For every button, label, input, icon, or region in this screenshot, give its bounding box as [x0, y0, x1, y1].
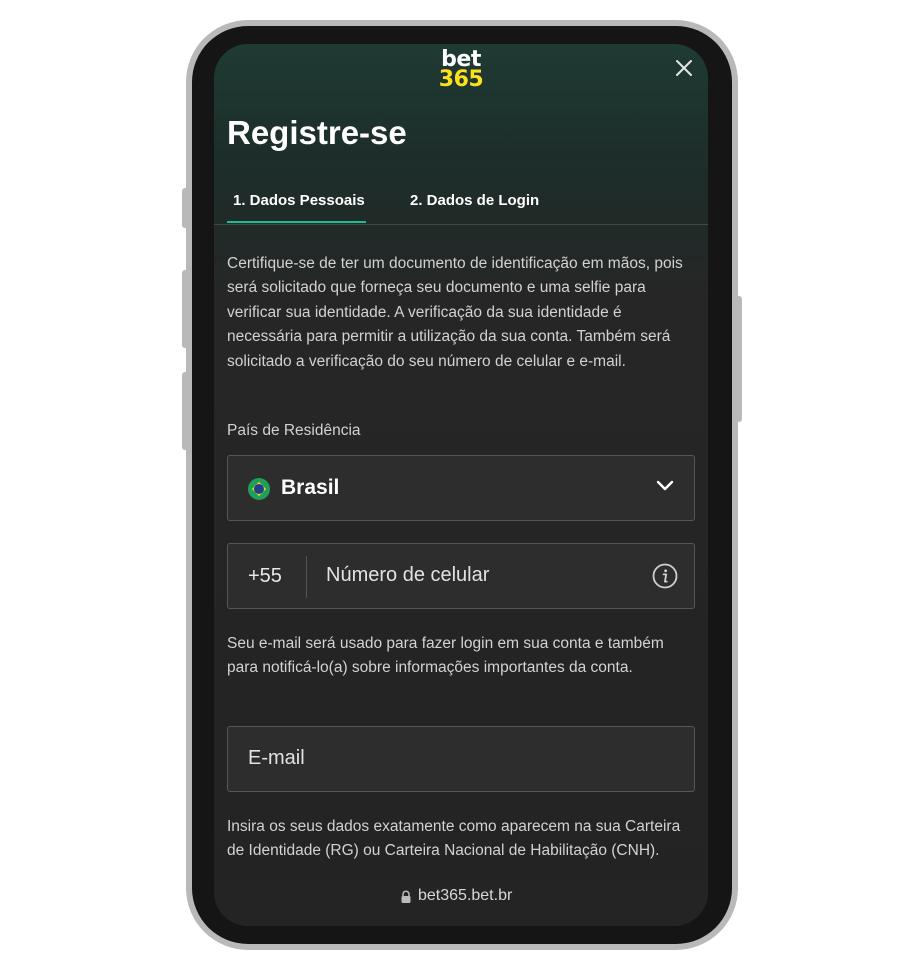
- identity-info-text: Certifique-se de ter um documento de ide…: [227, 255, 683, 370]
- tab-login-data[interactable]: 2. Dados de Login: [410, 192, 539, 221]
- phone-number-input[interactable]: Número de celular: [326, 564, 489, 587]
- registration-tabs: 1. Dados Pessoais 2. Dados de Login: [214, 184, 708, 225]
- phone-silent-switch: [182, 188, 188, 228]
- close-button[interactable]: [670, 54, 698, 82]
- chevron-down-icon: [656, 480, 674, 491]
- brazil-flag-icon: [248, 478, 270, 500]
- bet365-logo-bottom: 365: [438, 67, 484, 92]
- email-input[interactable]: E-mail: [248, 747, 305, 770]
- phone-field-divider: [306, 556, 307, 598]
- email-field[interactable]: E-mail: [227, 726, 695, 792]
- phone-number-field[interactable]: +55 Número de celular: [227, 543, 695, 609]
- email-info-text: Seu e-mail será usado para fazer login e…: [227, 635, 664, 677]
- phone-power-button: [736, 296, 742, 422]
- country-value: Brasil: [281, 476, 340, 499]
- document-info-text: Insira os seus dados exatamente como apa…: [227, 818, 681, 860]
- browser-url-bar[interactable]: bet365.bet.br: [214, 878, 708, 926]
- page-title: Registre-se: [227, 114, 407, 151]
- country-select[interactable]: Brasil: [227, 455, 695, 521]
- phone-volume-up-button: [182, 270, 188, 348]
- close-icon[interactable]: [670, 54, 698, 82]
- country-label: País de Residência: [227, 422, 361, 439]
- phone-volume-down-button: [182, 372, 188, 450]
- lock-icon: [401, 890, 411, 903]
- info-icon[interactable]: [652, 563, 678, 589]
- tab-personal-data[interactable]: 1. Dados Pessoais: [227, 192, 366, 223]
- url-text[interactable]: bet365.bet.br: [418, 887, 512, 905]
- country-code: +55: [248, 565, 282, 587]
- phone-screen: bet 365 Registre-se 1. Dados Pessoais 2.…: [214, 44, 708, 926]
